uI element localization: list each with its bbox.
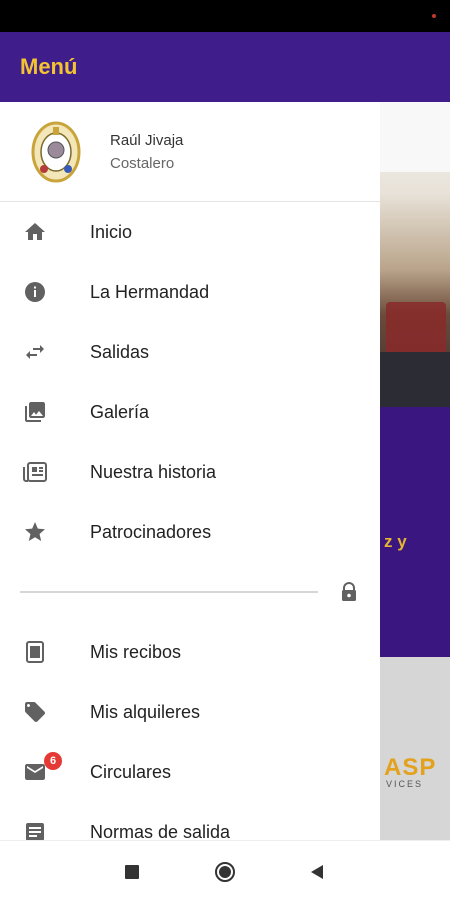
menu-item-label: Circulares	[90, 761, 172, 782]
navigation-drawer: Menú Raúl Jivaja Costalero Inicio La Her…	[0, 32, 380, 840]
profile-name: Raúl Jivaja	[110, 131, 184, 149]
notification-dot	[432, 14, 436, 18]
menu-item-label: Nuestra historia	[90, 461, 217, 482]
menu-item-mis-alquileres[interactable]: Mis alquileres	[0, 682, 380, 742]
square-icon	[125, 865, 139, 879]
sponsor-logo-text: ASP	[384, 754, 437, 781]
gallery-icon	[22, 400, 48, 424]
background-banner-text: z y	[384, 532, 407, 551]
brotherhood-crest-avatar	[31, 121, 81, 182]
menu-item-nuestra-historia[interactable]: Nuestra historia	[0, 442, 380, 502]
divider-line	[20, 591, 318, 593]
profile-role: Costalero	[110, 154, 175, 172]
menu-item-salidas[interactable]: Salidas	[0, 322, 380, 382]
menu-item-label: La Hermandad	[90, 281, 210, 302]
back-triangle-icon	[311, 865, 323, 879]
lock-icon	[342, 582, 356, 601]
background-sponsor: ASP VICES	[380, 657, 450, 842]
menu-item-circulares[interactable]: 6 Circulares	[0, 742, 380, 802]
tag-icon	[22, 700, 48, 724]
menu-item-label: Normas de salida	[90, 821, 231, 841]
receipt-icon	[22, 640, 48, 664]
menu-item-galeria[interactable]: Galería	[0, 382, 380, 442]
private-section-divider	[0, 562, 380, 622]
drawer-header: Menú	[0, 32, 380, 102]
menu-item-label: Mis alquileres	[90, 701, 201, 722]
menu-item-label: Patrocinadores	[90, 521, 212, 542]
menu-item-patrocinadores[interactable]: Patrocinadores	[0, 502, 380, 562]
menu-item-mis-recibos[interactable]: Mis recibos	[0, 622, 380, 682]
circle-icon	[215, 862, 235, 882]
menu-item-la-hermandad[interactable]: La Hermandad	[0, 262, 380, 322]
unread-count-badge: 6	[44, 752, 62, 770]
swap-arrows-icon	[22, 340, 48, 364]
drawer-title: Menú	[20, 54, 78, 79]
system-navigation-bar	[0, 840, 450, 900]
sponsor-logo-subtext: VICES	[386, 779, 424, 789]
menu-item-label: Mis recibos	[90, 641, 182, 662]
star-icon	[22, 520, 48, 544]
home-icon	[22, 220, 48, 244]
back-button[interactable]	[306, 861, 328, 883]
user-profile[interactable]: Raúl Jivaja Costalero	[0, 102, 380, 202]
document-icon	[22, 820, 48, 840]
menu-item-label: Inicio	[90, 221, 133, 242]
background-photo	[380, 102, 450, 407]
recents-button[interactable]	[121, 861, 143, 883]
menu-item-label: Galería	[90, 401, 150, 422]
newspaper-icon	[22, 460, 48, 484]
home-button[interactable]	[214, 861, 236, 883]
menu-item-normas-de-salida[interactable]: Normas de salida	[0, 802, 380, 840]
info-icon	[22, 280, 48, 304]
status-bar	[0, 0, 450, 32]
menu-item-label: Salidas	[90, 341, 150, 362]
menu-item-inicio[interactable]: Inicio	[0, 202, 380, 262]
